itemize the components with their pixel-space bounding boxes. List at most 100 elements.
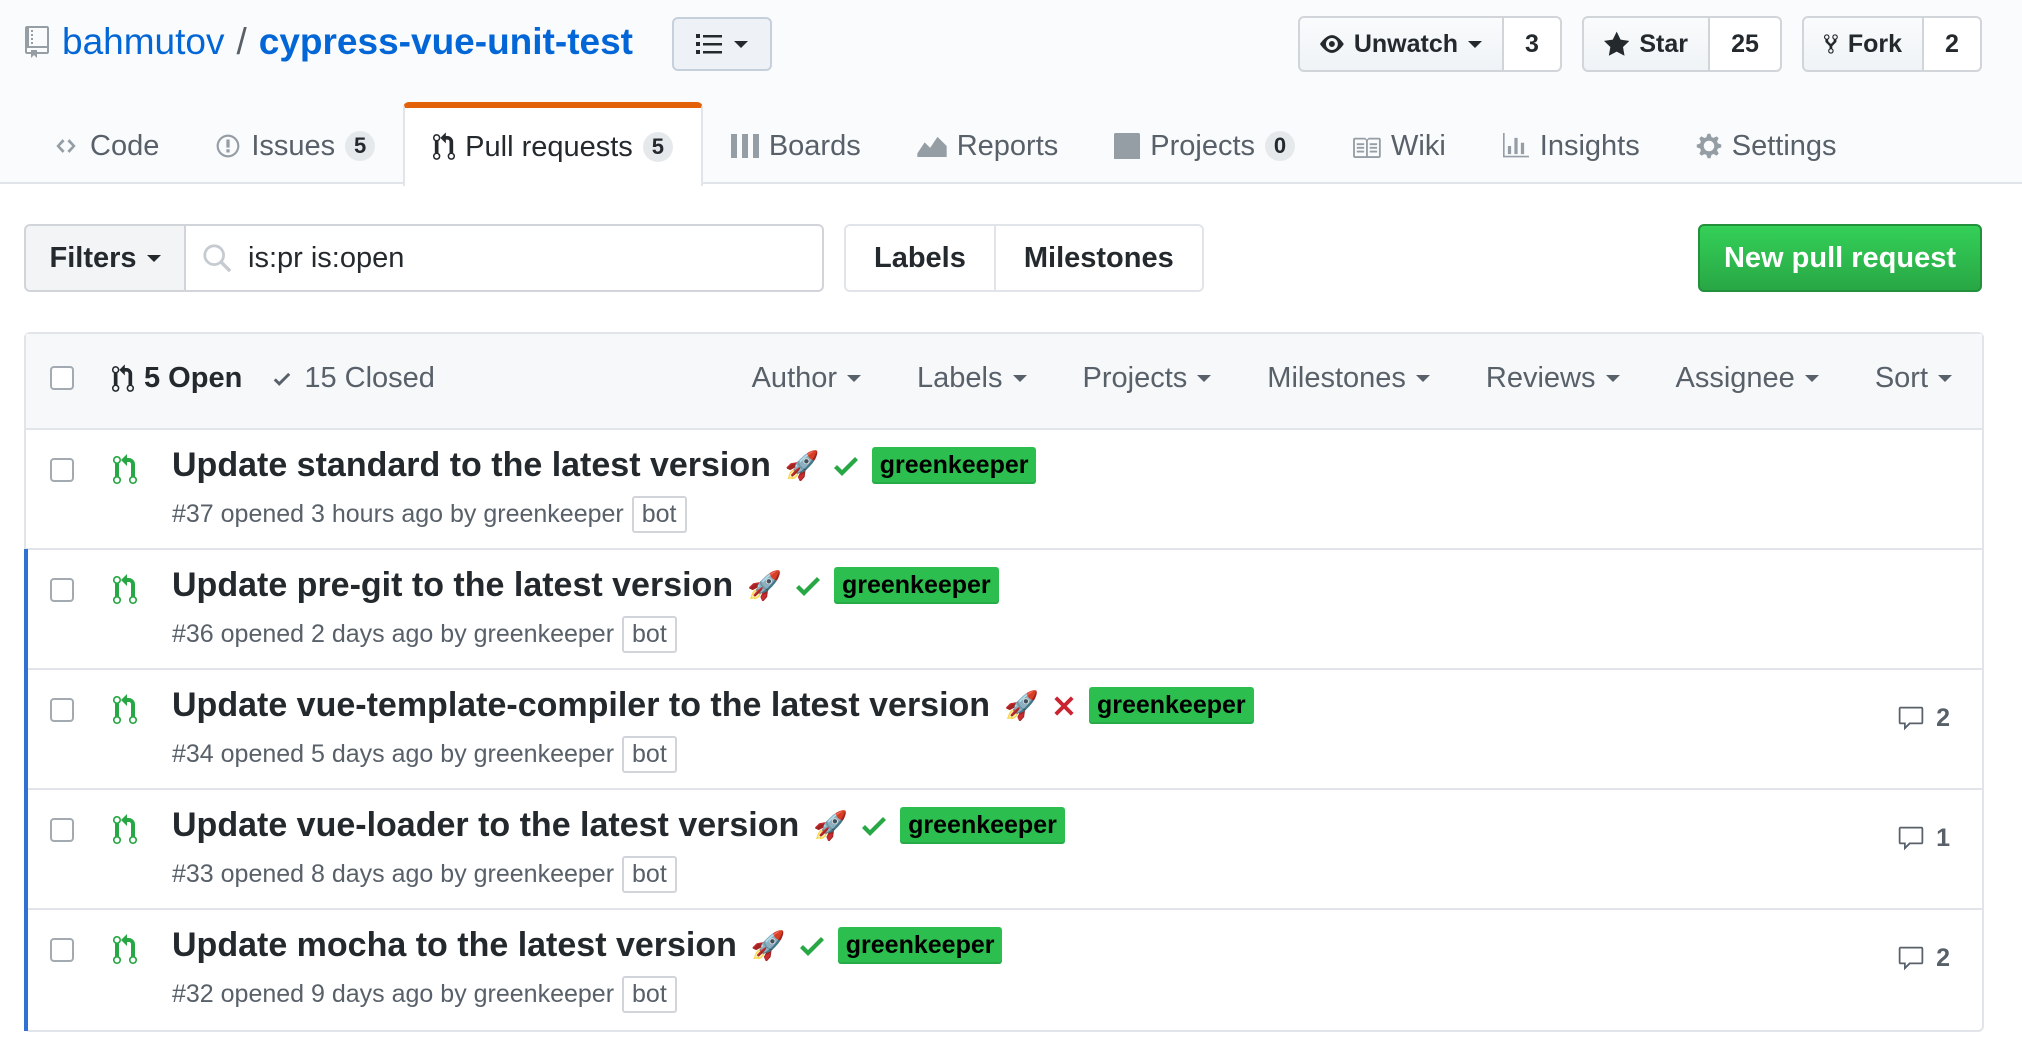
star-label: Star bbox=[1639, 29, 1688, 58]
tab-issues[interactable]: Issues 5 bbox=[187, 102, 403, 184]
pr-opened-info: #32 opened 9 days ago by greenkeeper bbox=[172, 980, 615, 1008]
git-pull-request-icon bbox=[433, 132, 456, 160]
pr-title-link[interactable]: Update vue-loader to the latest version bbox=[172, 806, 799, 845]
label-greenkeeper[interactable]: greenkeeper bbox=[871, 447, 1037, 484]
label-greenkeeper[interactable]: greenkeeper bbox=[837, 927, 1003, 964]
row-checkbox[interactable] bbox=[50, 938, 74, 962]
label-greenkeeper[interactable]: greenkeeper bbox=[900, 807, 1065, 844]
pr-title-link[interactable]: Update pre-git to the latest version bbox=[172, 566, 733, 605]
unwatch-button[interactable]: Unwatch bbox=[1298, 16, 1504, 72]
pull-requests-counter: 5 bbox=[642, 132, 673, 162]
pr-opened-info: #36 opened 2 days ago by greenkeeper bbox=[172, 620, 615, 648]
open-filter-link[interactable]: 5 Open bbox=[112, 362, 242, 395]
projects-filter-dropdown[interactable]: Projects bbox=[1083, 362, 1212, 395]
milestones-link[interactable]: Milestones bbox=[995, 224, 1204, 292]
rocket-emoji-icon: 🚀 bbox=[747, 570, 782, 601]
chevron-down-icon bbox=[847, 375, 862, 382]
labels-filter-label: Labels bbox=[917, 362, 1003, 394]
row-checkbox[interactable] bbox=[50, 818, 74, 842]
repo-header: bahmutov / cypress-vue-unit-test Unwatch… bbox=[0, 0, 2022, 186]
tab-boards[interactable]: Boards bbox=[703, 102, 889, 184]
watchers-count[interactable]: 3 bbox=[1504, 16, 1562, 72]
comments-link[interactable]: 1 bbox=[1896, 824, 1950, 853]
tab-code[interactable]: Code bbox=[24, 102, 187, 184]
repo-nav: Code Issues 5 Pull requests 5 Boards Rep… bbox=[24, 102, 1865, 186]
table-row[interactable]: Update mocha to the latest version 🚀 gre… bbox=[24, 909, 1982, 1031]
tab-reports[interactable]: Reports bbox=[889, 102, 1087, 184]
select-all-checkbox[interactable] bbox=[50, 366, 74, 390]
pr-opened-info: #34 opened 5 days ago by greenkeeper bbox=[172, 740, 615, 768]
stargazers-count[interactable]: 25 bbox=[1710, 16, 1782, 72]
table-row[interactable]: Update vue-template-compiler to the late… bbox=[24, 669, 1982, 790]
subnav-links: Labels Milestones bbox=[844, 224, 1204, 292]
labels-link[interactable]: Labels bbox=[844, 224, 996, 292]
closed-filter-link[interactable]: 15 Closed bbox=[270, 362, 435, 395]
reviews-filter-label: Reviews bbox=[1485, 362, 1596, 394]
tab-projects-label: Projects bbox=[1150, 129, 1256, 162]
row-checkbox[interactable] bbox=[50, 578, 74, 602]
eye-icon bbox=[1320, 35, 1344, 53]
pull-request-list: 5 Open 15 Closed Author Labels Projects … bbox=[24, 332, 1984, 1032]
repo-owner-link[interactable]: bahmutov bbox=[62, 21, 225, 63]
check-success-icon[interactable] bbox=[833, 454, 858, 478]
fork-button[interactable]: Fork bbox=[1802, 16, 1924, 72]
row-checkbox[interactable] bbox=[50, 698, 74, 722]
pr-title-link[interactable]: Update standard to the latest version bbox=[172, 446, 771, 485]
repo-icon bbox=[25, 26, 49, 58]
milestones-filter-dropdown[interactable]: Milestones bbox=[1267, 362, 1430, 395]
search-icon bbox=[203, 244, 232, 273]
table-row[interactable]: Update pre-git to the latest version 🚀 g… bbox=[24, 549, 1982, 670]
pr-meta: #36 opened 2 days ago by greenkeeper bot bbox=[172, 616, 677, 653]
rocket-emoji-icon: 🚀 bbox=[1004, 690, 1039, 721]
tab-wiki[interactable]: Wiki bbox=[1323, 102, 1474, 184]
closed-count-label: 15 Closed bbox=[304, 362, 435, 394]
tab-projects[interactable]: Projects 0 bbox=[1086, 102, 1323, 184]
star-button[interactable]: Star bbox=[1582, 16, 1710, 72]
bot-badge: bot bbox=[622, 616, 677, 653]
tab-pull-requests[interactable]: Pull requests 5 bbox=[403, 102, 703, 186]
open-count-label: 5 Open bbox=[144, 362, 243, 394]
tab-insights[interactable]: Insights bbox=[1474, 102, 1668, 184]
chevron-down-icon bbox=[1938, 375, 1952, 382]
pr-meta: #34 opened 5 days ago by greenkeeper bot bbox=[172, 736, 677, 773]
filters-dropdown-button[interactable]: Filters bbox=[24, 224, 186, 292]
check-success-icon[interactable] bbox=[799, 934, 824, 958]
pr-title-link[interactable]: Update mocha to the latest version bbox=[172, 926, 737, 965]
bot-badge: bot bbox=[622, 736, 677, 773]
tab-issues-label: Issues bbox=[251, 129, 336, 162]
search-input[interactable] bbox=[248, 241, 808, 275]
boards-icon bbox=[730, 134, 759, 158]
fork-group: Fork 2 bbox=[1802, 16, 1982, 72]
repo-name-link[interactable]: cypress-vue-unit-test bbox=[259, 21, 633, 63]
table-row[interactable]: Update vue-loader to the latest version … bbox=[24, 789, 1982, 910]
comments-link[interactable]: 2 bbox=[1896, 944, 1950, 973]
comments-link[interactable]: 2 bbox=[1896, 704, 1950, 733]
tab-reports-label: Reports bbox=[956, 129, 1059, 162]
check-success-icon[interactable] bbox=[795, 574, 820, 598]
x-failure-icon[interactable] bbox=[1053, 695, 1075, 717]
author-filter-dropdown[interactable]: Author bbox=[752, 362, 862, 395]
comment-count: 2 bbox=[1936, 944, 1950, 972]
check-success-icon[interactable] bbox=[862, 814, 887, 838]
label-greenkeeper[interactable]: greenkeeper bbox=[1088, 687, 1254, 724]
table-row[interactable]: Update standard to the latest version 🚀 … bbox=[26, 430, 1982, 550]
new-pull-request-button[interactable]: New pull request bbox=[1698, 224, 1982, 292]
reviews-filter-dropdown[interactable]: Reviews bbox=[1486, 362, 1620, 395]
chevron-down-icon bbox=[146, 254, 161, 262]
repo-list-dropdown-button[interactable] bbox=[672, 17, 772, 71]
fork-icon bbox=[1824, 34, 1838, 54]
issue-icon bbox=[216, 134, 240, 158]
label-greenkeeper[interactable]: greenkeeper bbox=[833, 567, 999, 604]
assignee-filter-dropdown[interactable]: Assignee bbox=[1676, 362, 1819, 395]
search-field[interactable] bbox=[186, 224, 824, 292]
forks-count[interactable]: 2 bbox=[1924, 16, 1982, 72]
sort-dropdown[interactable]: Sort bbox=[1875, 362, 1952, 395]
pr-title-link[interactable]: Update vue-template-compiler to the late… bbox=[172, 686, 990, 725]
tab-settings-label: Settings bbox=[1731, 129, 1837, 162]
git-pull-request-icon bbox=[113, 694, 137, 724]
chevron-down-icon bbox=[734, 40, 748, 48]
labels-filter-dropdown[interactable]: Labels bbox=[917, 362, 1027, 395]
row-checkbox[interactable] bbox=[50, 458, 74, 482]
rocket-emoji-icon: 🚀 bbox=[784, 450, 820, 481]
tab-settings[interactable]: Settings bbox=[1668, 102, 1865, 184]
